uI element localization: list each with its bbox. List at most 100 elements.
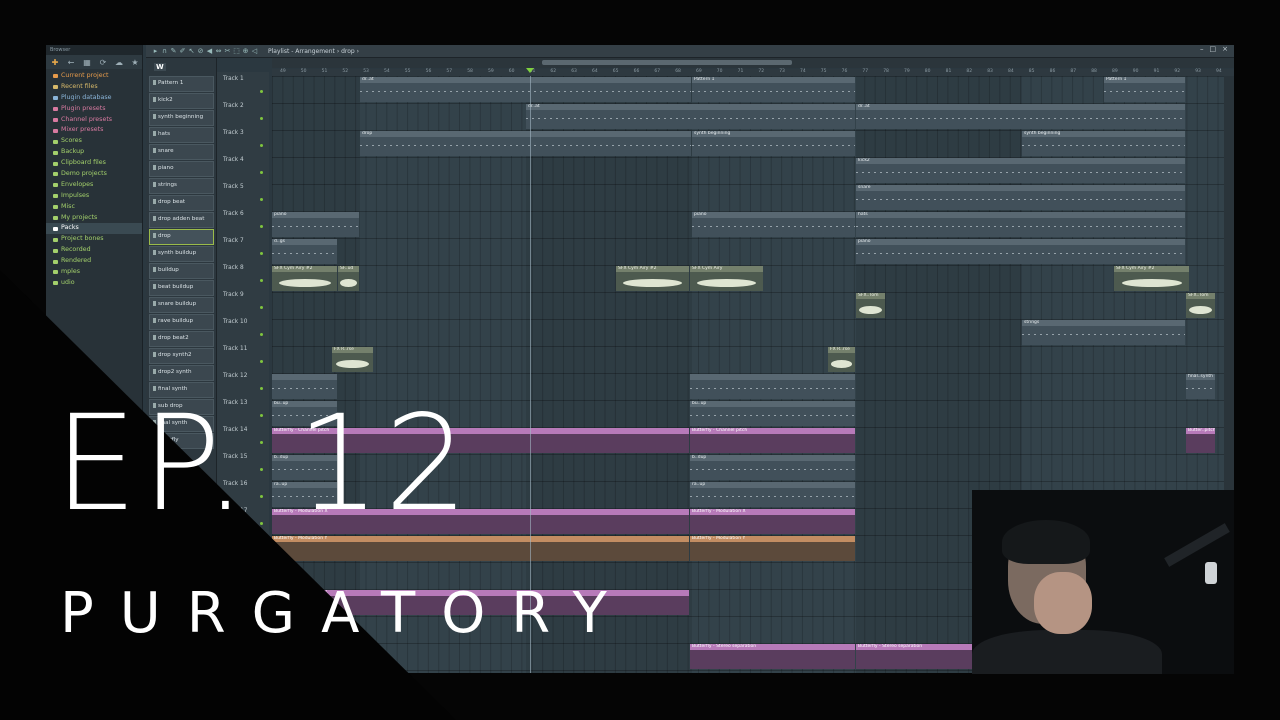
- browser-item[interactable]: Rendered: [46, 256, 142, 267]
- zoom-icon[interactable]: ⊕: [242, 47, 249, 55]
- browser-item[interactable]: Impulses: [46, 191, 142, 202]
- delete-icon[interactable]: ⊘: [197, 47, 204, 55]
- track-mute-led[interactable]: [260, 333, 263, 336]
- pattern-clip[interactable]: [690, 374, 855, 399]
- browser-item[interactable]: udio: [46, 278, 142, 289]
- audio-clip[interactable]: SFX Cym Airy #2: [1114, 266, 1189, 291]
- pattern-clip[interactable]: strings: [1022, 320, 1185, 345]
- track-mute-led[interactable]: [260, 90, 263, 93]
- browser-item[interactable]: Backup: [46, 147, 142, 158]
- pattern-clip[interactable]: dr..at: [360, 77, 691, 102]
- mute-icon[interactable]: ◀: [206, 47, 213, 55]
- pattern-item[interactable]: drop adden beat: [149, 212, 214, 228]
- automation-clip[interactable]: Butterfly - Modulation Y: [690, 536, 855, 561]
- browser-item[interactable]: Recent files: [46, 82, 142, 93]
- track-header[interactable]: Track 8: [217, 261, 269, 288]
- close-button[interactable]: ×: [1222, 45, 1228, 53]
- pattern-clip[interactable]: d..gs: [272, 239, 337, 264]
- scrollbar-thumb[interactable]: [542, 60, 792, 65]
- browser-item[interactable]: Recorded: [46, 245, 142, 256]
- browser-item[interactable]: Project bones: [46, 234, 142, 245]
- browser-item[interactable]: My projects: [46, 213, 142, 224]
- pattern-item[interactable]: drop2 synth: [149, 365, 214, 381]
- browser-item[interactable]: Plugin presets: [46, 104, 142, 115]
- browser-back-icon[interactable]: ←: [66, 58, 76, 67]
- browser-view-icon[interactable]: ▦: [82, 58, 92, 67]
- audio-clip[interactable]: SF..ud: [338, 266, 359, 291]
- track-mute-led[interactable]: [260, 225, 263, 228]
- pattern-item[interactable]: kick2: [149, 93, 214, 109]
- pattern-clip[interactable]: Pattern 1: [692, 77, 855, 102]
- pattern-item[interactable]: beat buildup: [149, 280, 214, 296]
- audio-clip[interactable]: SFX Cym Airy #2: [616, 266, 689, 291]
- track-header[interactable]: Track 9: [217, 288, 269, 315]
- browser-refresh-icon[interactable]: ⟳: [98, 58, 108, 67]
- brush-icon[interactable]: ✐: [179, 47, 186, 55]
- pattern-item[interactable]: drop beat2: [149, 331, 214, 347]
- track-header[interactable]: Track 1: [217, 72, 269, 99]
- browser-item[interactable]: Envelopes: [46, 180, 142, 191]
- browser-item[interactable]: Demo projects: [46, 169, 142, 180]
- browser-item[interactable]: Scores: [46, 136, 142, 147]
- browser-cloud-icon[interactable]: ☁: [114, 58, 124, 67]
- pattern-item[interactable]: synth buildup: [149, 246, 214, 262]
- browser-item[interactable]: Current project: [46, 71, 142, 82]
- pattern-clip[interactable]: kick2: [856, 158, 1185, 183]
- track-mute-led[interactable]: [260, 198, 263, 201]
- audio-clip[interactable]: SFX Cym Airy #2: [272, 266, 337, 291]
- track-mute-led[interactable]: [260, 171, 263, 174]
- browser-item[interactable]: Clipboard files: [46, 158, 142, 169]
- pattern-clip[interactable]: synth beginning: [1022, 131, 1185, 156]
- pattern-item[interactable]: drop synth2: [149, 348, 214, 364]
- pattern-item[interactable]: drop beat: [149, 195, 214, 211]
- pattern-item[interactable]: rave buildup: [149, 314, 214, 330]
- automation-clip[interactable]: Butterfly - Modulation X: [690, 509, 855, 534]
- maximize-button[interactable]: □: [1210, 45, 1217, 53]
- pointer-icon[interactable]: ↖: [188, 47, 195, 55]
- pattern-clip[interactable]: synth beginning: [692, 131, 855, 156]
- pattern-clip[interactable]: piano: [856, 239, 1185, 264]
- automation-clip[interactable]: Butterfly - Stereo separation: [690, 644, 855, 669]
- track-header[interactable]: Track 6: [217, 207, 269, 234]
- track-mute-led[interactable]: [260, 117, 263, 120]
- pattern-item[interactable]: Pattern 1: [149, 76, 214, 92]
- pattern-clip[interactable]: piano: [272, 212, 359, 237]
- browser-star-icon[interactable]: ★: [130, 58, 140, 67]
- slice-icon[interactable]: ✂: [224, 47, 231, 55]
- browser-item[interactable]: Plugin database: [46, 93, 142, 104]
- audio-clip[interactable]: FX R..rse: [828, 347, 855, 372]
- playhead-marker[interactable]: [526, 68, 534, 73]
- track-mute-led[interactable]: [260, 279, 263, 282]
- pattern-clip[interactable]: dr..at: [856, 104, 1185, 129]
- pattern-item[interactable]: buildup: [149, 263, 214, 279]
- track-header[interactable]: Track 5: [217, 180, 269, 207]
- browser-item[interactable]: Mixer presets: [46, 125, 142, 136]
- track-mute-led[interactable]: [260, 144, 263, 147]
- pattern-item[interactable]: snare: [149, 144, 214, 160]
- track-header[interactable]: Track 3: [217, 126, 269, 153]
- browser-item[interactable]: mples: [46, 267, 142, 278]
- automation-clip[interactable]: Butter..pitch: [1186, 428, 1215, 453]
- audio-clip[interactable]: FX R..rse: [332, 347, 373, 372]
- menu-arrow-icon[interactable]: ▸: [152, 47, 159, 55]
- pattern-item[interactable]: hats: [149, 127, 214, 143]
- track-header[interactable]: Track 10: [217, 315, 269, 342]
- pattern-item[interactable]: synth beginning: [149, 110, 214, 126]
- audio-clip[interactable]: SFX..Tom: [856, 293, 885, 318]
- pattern-clip[interactable]: piano: [692, 212, 855, 237]
- pattern-item[interactable]: strings: [149, 178, 214, 194]
- horizontal-scrollbar[interactable]: [272, 58, 1234, 68]
- slip-icon[interactable]: ⇔: [215, 47, 222, 55]
- playback-icon[interactable]: ◁: [251, 47, 258, 55]
- track-header[interactable]: Track 11: [217, 342, 269, 369]
- audio-clip[interactable]: SFX..Tom: [1186, 293, 1215, 318]
- pattern-clip[interactable]: final..synth: [1186, 374, 1215, 399]
- magnet-icon[interactable]: ∩: [161, 47, 168, 55]
- select-icon[interactable]: ⬚: [233, 47, 240, 55]
- browser-item[interactable]: Channel presets: [46, 115, 142, 126]
- pattern-clip[interactable]: snare: [856, 185, 1185, 210]
- track-mute-led[interactable]: [260, 252, 263, 255]
- pattern-clip[interactable]: b..dup: [690, 455, 855, 480]
- pattern-clip[interactable]: bu..up: [690, 401, 855, 426]
- minimize-button[interactable]: –: [1200, 45, 1204, 53]
